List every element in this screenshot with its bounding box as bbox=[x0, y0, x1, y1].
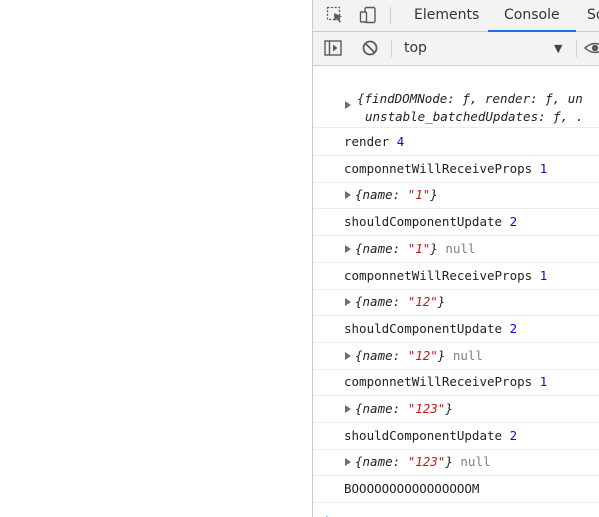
object-close-brace: } bbox=[445, 454, 453, 470]
log-text: shouldComponentUpdate bbox=[344, 320, 503, 336]
clear-console-icon[interactable] bbox=[359, 38, 381, 58]
log-text: componnetWillReceiveProps bbox=[344, 160, 533, 176]
console-message-log: shouldComponentUpdate 2 bbox=[313, 315, 599, 343]
number-value: 4 bbox=[396, 134, 405, 149]
console-prompt-icon[interactable]: › bbox=[325, 511, 331, 517]
toolbar-divider-2 bbox=[576, 40, 577, 57]
devtools-tab-bar: Elements Console So bbox=[313, 0, 599, 32]
eye-icon[interactable] bbox=[584, 38, 599, 58]
expand-triangle-icon[interactable] bbox=[345, 191, 351, 200]
page-background bbox=[0, 0, 312, 517]
console-message-log: render 4 bbox=[313, 128, 599, 156]
object-close-brace: } bbox=[430, 240, 438, 256]
context-selector[interactable]: top bbox=[404, 40, 427, 56]
expand-triangle-icon[interactable] bbox=[345, 351, 351, 360]
console-output: {findDOMNode: ƒ, render: ƒ, un unstable_… bbox=[313, 66, 599, 517]
object-preview: {name: "12"} bbox=[355, 294, 445, 309]
console-message-log: componnetWillReceiveProps 1 bbox=[313, 368, 599, 397]
object-key: {name: bbox=[355, 294, 408, 310]
console-message-object[interactable]: {name: "1"} bbox=[313, 181, 599, 210]
object-preview: {name: "12"} bbox=[355, 348, 445, 363]
console-message-log: shouldComponentUpdate 2 bbox=[313, 208, 599, 237]
null-value: null bbox=[452, 347, 483, 363]
dropdown-arrow-icon[interactable]: ▼ bbox=[554, 42, 562, 55]
string-value: "1" bbox=[407, 240, 431, 256]
number-value: 1 bbox=[539, 267, 548, 283]
console-message-object[interactable]: {findDOMNode: ƒ, render: ƒ, un unstable_… bbox=[313, 66, 599, 128]
null-value: null bbox=[445, 240, 476, 256]
expand-triangle-icon[interactable] bbox=[345, 458, 351, 467]
console-message-object[interactable]: {name: "123"} bbox=[313, 395, 599, 423]
log-text: componnetWillReceiveProps bbox=[344, 374, 533, 390]
object-key: {name: bbox=[355, 454, 408, 470]
null-value: null bbox=[460, 454, 491, 470]
expand-triangle-icon[interactable] bbox=[345, 101, 351, 109]
console-message-log: BOOOOOOOOOOOOOOOOM bbox=[313, 475, 599, 504]
expand-triangle-icon[interactable] bbox=[345, 244, 351, 253]
object-preview: {name: "123"} bbox=[355, 401, 453, 416]
string-value: "123" bbox=[407, 454, 446, 470]
tab-sources[interactable]: So bbox=[587, 0, 599, 31]
string-value: "1" bbox=[407, 187, 431, 203]
object-preview: {name: "123"} bbox=[355, 454, 453, 469]
number-value: 2 bbox=[509, 320, 518, 336]
log-text: BOOOOOOOOOOOOOOOOM bbox=[344, 481, 480, 497]
object-close-brace: } bbox=[430, 187, 438, 203]
expand-triangle-icon[interactable] bbox=[345, 298, 351, 307]
device-toolbar-icon[interactable] bbox=[357, 5, 379, 25]
object-key: {name: bbox=[355, 401, 408, 416]
tab-bar-divider bbox=[390, 7, 391, 24]
log-text: componnetWillReceiveProps bbox=[344, 267, 533, 283]
object-key: {name: bbox=[355, 347, 408, 363]
number-value: 2 bbox=[509, 427, 518, 443]
number-value: 2 bbox=[509, 214, 518, 230]
console-message-object[interactable]: {name: "123"} null bbox=[313, 448, 599, 477]
object-close-brace: } bbox=[445, 401, 453, 416]
toolbar-divider bbox=[391, 40, 392, 57]
console-toolbar: top ▼ bbox=[313, 32, 599, 66]
number-value: 1 bbox=[539, 374, 548, 390]
console-message-log: componnetWillReceiveProps 1 bbox=[313, 155, 599, 183]
devtools-panel: Elements Console So top ▼ {findDOMNode: … bbox=[312, 0, 599, 517]
console-message-log: componnetWillReceiveProps 1 bbox=[313, 262, 599, 290]
string-value: "12" bbox=[407, 294, 438, 310]
number-value: 1 bbox=[539, 160, 548, 176]
object-key: {name: bbox=[355, 187, 408, 203]
console-message-object[interactable]: {name: "1"} null bbox=[313, 235, 599, 263]
object-preview-line-1: {findDOMNode: ƒ, render: ƒ, un bbox=[357, 91, 583, 106]
sidebar-toggle-icon[interactable] bbox=[322, 38, 344, 58]
inspect-element-icon[interactable] bbox=[324, 5, 346, 25]
tab-elements[interactable]: Elements bbox=[414, 0, 479, 31]
expand-triangle-icon[interactable] bbox=[345, 405, 351, 413]
object-close-brace: } bbox=[437, 347, 446, 363]
object-key: {name: bbox=[355, 240, 408, 256]
log-text: shouldComponentUpdate bbox=[344, 214, 503, 230]
object-preview: {name: "1"} bbox=[355, 187, 438, 202]
object-preview-line-2: unstable_batchedUpdates: ƒ, . bbox=[365, 109, 584, 124]
object-close-brace: } bbox=[437, 294, 446, 310]
string-value: "12" bbox=[407, 347, 438, 363]
console-message-object[interactable]: {name: "12"} null bbox=[313, 342, 599, 370]
tab-console[interactable]: Console bbox=[488, 0, 576, 32]
log-text: render bbox=[344, 134, 390, 149]
string-value: "123" bbox=[407, 401, 446, 416]
log-text: shouldComponentUpdate bbox=[344, 427, 503, 443]
object-preview: {name: "1"} bbox=[355, 241, 438, 256]
console-message-log: shouldComponentUpdate 2 bbox=[313, 422, 599, 450]
console-message-object[interactable]: {name: "12"} bbox=[313, 288, 599, 317]
